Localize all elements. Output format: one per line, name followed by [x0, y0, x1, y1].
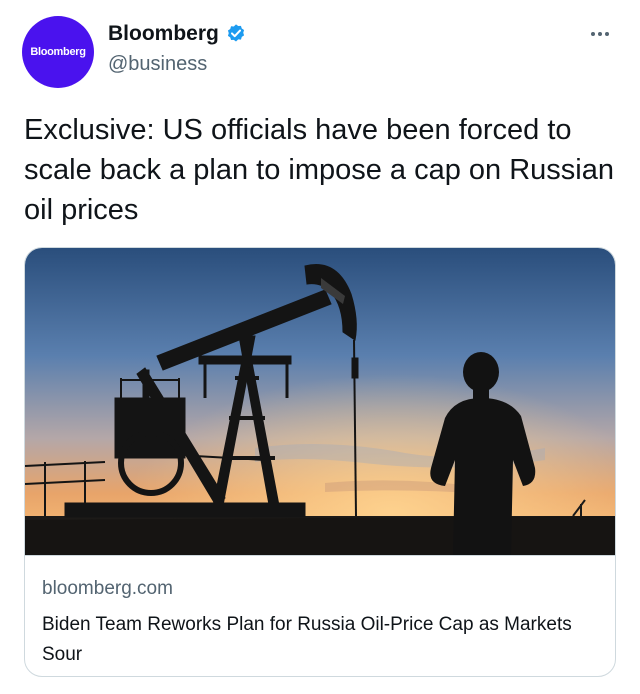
author-name-row: Bloomberg: [108, 22, 247, 46]
card-image[interactable]: [25, 248, 616, 555]
card-title: Biden Team Reworks Plan for Russia Oil-P…: [42, 614, 572, 665]
tweet: Bloomberg Bloomberg @business Exclusive:…: [0, 0, 640, 694]
card-domain: bloomberg.com: [42, 578, 173, 599]
more-options-button[interactable]: [582, 22, 618, 46]
more-icon: [591, 32, 595, 36]
more-icon-dot: [598, 32, 602, 36]
card-body[interactable]: bloomberg.com Biden Team Reworks Plan fo…: [25, 555, 615, 676]
verified-badge-icon: [225, 23, 247, 45]
tweet-text: Exclusive: US officials have been forced…: [24, 114, 615, 226]
more-icon-dot: [605, 32, 609, 36]
user-handle[interactable]: @business: [108, 53, 207, 76]
display-name[interactable]: Bloomberg: [108, 22, 219, 46]
avatar-logo-text: Bloomberg: [30, 46, 86, 58]
link-card[interactable]: bloomberg.com Biden Team Reworks Plan fo…: [24, 247, 616, 677]
avatar[interactable]: Bloomberg: [22, 16, 94, 88]
